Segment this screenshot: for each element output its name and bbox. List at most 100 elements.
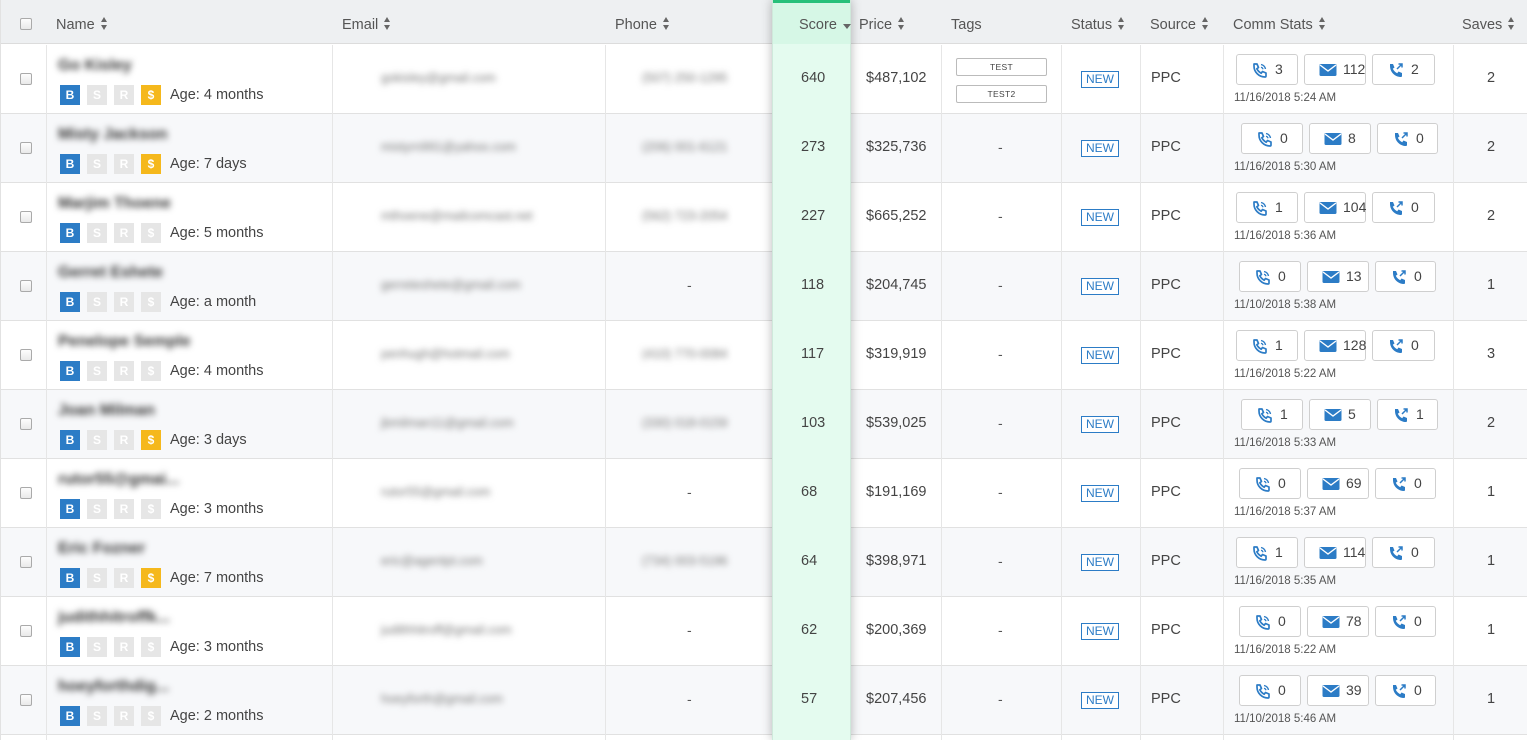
header-phone[interactable]: Phone: [615, 0, 670, 44]
email-value[interactable]: hoeyforth@gmail.com: [381, 692, 503, 706]
table-row[interactable]: hoeyforthdig... B S R $ Age: 2 months hoeyfort…: [1, 666, 1527, 735]
calls-out-button[interactable]: 0: [1375, 468, 1436, 499]
table-row[interactable]: Misty Jackson B S R $ Age: 7 days mistyrn991@y…: [1, 114, 1527, 183]
email-value[interactable]: gokisley@gmail.com: [381, 71, 496, 85]
table-row[interactable]: Penelope Semple B S R $ Age: 4 months penhugh@…: [1, 321, 1527, 390]
calls-in-button[interactable]: 0: [1239, 675, 1301, 706]
sort-icon[interactable]: [384, 16, 391, 30]
calls-in-button[interactable]: 1: [1236, 192, 1298, 223]
calls-in-button[interactable]: 1: [1236, 330, 1298, 361]
calls-out-button[interactable]: 1: [1377, 399, 1438, 430]
row-checkbox[interactable]: [20, 625, 32, 637]
lead-name[interactable]: Gerret Eshete: [58, 264, 163, 282]
calls-out-button[interactable]: 0: [1375, 261, 1436, 292]
score-value: 103: [801, 415, 826, 431]
score-column-highlight: Score 640 273 227 118 117 103 68 64 62 57: [772, 0, 851, 740]
header-price[interactable]: Price: [859, 0, 905, 44]
emails-button[interactable]: 39: [1307, 675, 1369, 706]
calls-in-button[interactable]: 3: [1236, 54, 1298, 85]
email-value[interactable]: mistyrn991@yahoo.com: [381, 140, 516, 154]
email-value[interactable]: eric@agentpt.com: [381, 554, 483, 568]
table-row[interactable]: Marjim Thoene B S R $ Age: 5 months mthoene@ma…: [1, 183, 1527, 252]
calls-in-button[interactable]: 1: [1236, 537, 1298, 568]
badge-seller: S: [87, 85, 107, 105]
tag-chip[interactable]: TEST2: [956, 85, 1047, 103]
header-score[interactable]: Score: [773, 0, 851, 44]
sort-icon[interactable]: [898, 16, 905, 30]
sort-icon[interactable]: [662, 16, 670, 30]
envelope-icon: [1319, 64, 1337, 76]
sort-icon[interactable]: [100, 16, 108, 30]
header-comm-stats[interactable]: Comm Stats: [1233, 0, 1326, 44]
email-value[interactable]: penhugh@hotmail.com: [381, 347, 510, 361]
call-out-icon: [1395, 408, 1408, 422]
email-value[interactable]: rutor55@gmail.com: [381, 485, 490, 499]
calls-in-button[interactable]: 0: [1239, 468, 1301, 499]
row-checkbox[interactable]: [20, 280, 32, 292]
emails-button[interactable]: 13: [1307, 261, 1369, 292]
row-checkbox[interactable]: [20, 73, 32, 85]
row-checkbox[interactable]: [20, 142, 32, 154]
lead-name[interactable]: hoeyforthdig...: [58, 678, 169, 696]
table-body: Go Kisley B S R $ Age: 4 months gokisley@gmail…: [1, 45, 1527, 735]
lead-name[interactable]: Go Kisley: [58, 57, 132, 75]
lead-name[interactable]: judithhitroffk...: [58, 609, 170, 627]
email-value[interactable]: judithhitroff@gmail.com: [381, 623, 512, 637]
table-row[interactable]: Go Kisley B S R $ Age: 4 months gokisley@gmail…: [1, 45, 1527, 114]
table-row[interactable]: Eric Fozner B S R $ Age: 7 months eric@agentpt…: [1, 528, 1527, 597]
emails-button[interactable]: 104: [1304, 192, 1366, 223]
calls-out-button[interactable]: 0: [1375, 606, 1436, 637]
row-checkbox[interactable]: [20, 418, 32, 430]
row-checkbox[interactable]: [20, 487, 32, 499]
emails-button[interactable]: 8: [1309, 123, 1371, 154]
email-value[interactable]: mthoene@mailcomcast.net: [381, 209, 533, 223]
header-source[interactable]: Source: [1150, 0, 1209, 44]
table-row[interactable]: judithhitroffk... B S R $ Age: 3 months judith…: [1, 597, 1527, 666]
emails-count: 39: [1346, 682, 1362, 698]
sort-icon[interactable]: [1118, 16, 1125, 30]
sort-icon[interactable]: [1201, 16, 1209, 30]
calls-out-button[interactable]: 0: [1372, 330, 1435, 361]
lead-name[interactable]: Penelope Semple: [58, 333, 191, 351]
lead-name[interactable]: Misty Jackson: [58, 126, 167, 144]
emails-button[interactable]: 114: [1304, 537, 1366, 568]
email-value[interactable]: jbmilman11@gmail.com: [381, 416, 514, 430]
tag-chip[interactable]: TEST: [956, 58, 1047, 76]
calls-out-button[interactable]: 0: [1372, 192, 1435, 223]
calls-in-button[interactable]: 0: [1239, 606, 1301, 637]
calls-out-button[interactable]: 0: [1377, 123, 1438, 154]
sort-down-icon[interactable]: [842, 23, 851, 29]
header-status[interactable]: Status: [1071, 0, 1125, 44]
lead-name[interactable]: Eric Fozner: [58, 540, 145, 558]
emails-button[interactable]: 5: [1309, 399, 1371, 430]
row-checkbox[interactable]: [20, 349, 32, 361]
calls-in-button[interactable]: 1: [1241, 399, 1303, 430]
emails-button[interactable]: 78: [1307, 606, 1369, 637]
calls-out-button[interactable]: 0: [1372, 537, 1435, 568]
row-checkbox[interactable]: [20, 694, 32, 706]
calls-in-button[interactable]: 0: [1241, 123, 1303, 154]
sort-icon[interactable]: [1508, 16, 1515, 30]
calls-out-button[interactable]: 0: [1375, 675, 1436, 706]
emails-button[interactable]: 112: [1304, 54, 1366, 85]
lead-name[interactable]: Marjim Thoene: [58, 195, 171, 213]
badge-finance: $: [141, 637, 161, 657]
header-email[interactable]: Email: [342, 0, 391, 44]
calls-out-button[interactable]: 2: [1372, 54, 1435, 85]
header-saves[interactable]: Saves: [1462, 0, 1515, 44]
emails-button[interactable]: 69: [1307, 468, 1369, 499]
emails-button[interactable]: 128: [1304, 330, 1366, 361]
header-name[interactable]: Name: [56, 0, 108, 44]
row-checkbox[interactable]: [20, 211, 32, 223]
table-row[interactable]: rutor55@gmai... B S R $ Age: 3 months rutor55@…: [1, 459, 1527, 528]
lead-name[interactable]: Joan Milman: [58, 402, 155, 420]
row-checkbox[interactable]: [20, 556, 32, 568]
table-row[interactable]: Gerret Eshete B S R $ Age: a month gerreteshet…: [1, 252, 1527, 321]
select-all-checkbox[interactable]: [20, 18, 32, 30]
calls-in-button[interactable]: 0: [1239, 261, 1301, 292]
lead-name[interactable]: rutor55@gmai...: [58, 471, 179, 489]
email-value[interactable]: gerreteshete@gmail.com: [381, 278, 521, 292]
source-value: PPC: [1151, 622, 1181, 638]
table-row[interactable]: Joan Milman B S R $ Age: 3 days jbmilman11@gma…: [1, 390, 1527, 459]
sort-icon[interactable]: [1318, 16, 1326, 30]
